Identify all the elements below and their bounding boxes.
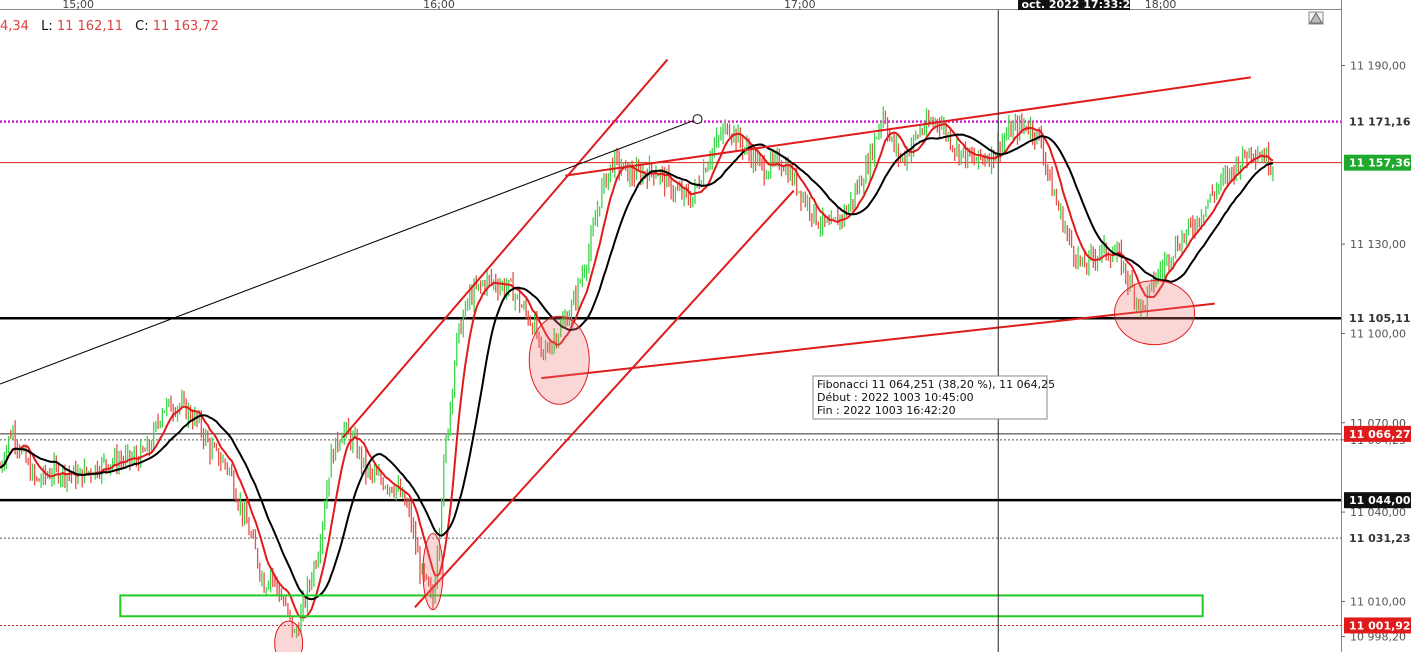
y-tick-label: 11 190,00 xyxy=(1350,59,1406,72)
fib-line-2: Début : 2022 1003 10:45:00 xyxy=(817,391,974,404)
x-tick-label: 15:00 xyxy=(62,0,94,11)
y-tick-label: 11 130,00 xyxy=(1350,238,1406,251)
price-chart[interactable]: 15:00 16:00 17:00 18:00 11 190,00 11 130,00 11… xyxy=(0,0,1412,652)
price-tag: 11 171,16 xyxy=(1344,113,1411,130)
price-tag-label: 11 001,92 xyxy=(1349,619,1411,632)
price-tag: 11 044,00 xyxy=(1344,492,1411,509)
crosshair-time-label: 3 oct. 2022 17:33:20 xyxy=(1010,0,1138,11)
x-tick-label: 17:00 xyxy=(784,0,816,11)
highlight-ellipse xyxy=(1114,280,1196,346)
ohlc-readout: 4,34 L: 11 162,11 C: 11 163,72 xyxy=(0,19,219,34)
price-tag-label: 11 171,16 xyxy=(1349,116,1411,129)
ohlc-low-label: L: xyxy=(41,19,53,34)
y-tick-label: 11 100,00 xyxy=(1350,327,1406,340)
fib-line-1: Fibonacci 11 064,251 (38,20 %), 11 064,2… xyxy=(817,378,1055,391)
ohlc-close-label: C: xyxy=(135,19,149,34)
y-tick-label: 11 010,00 xyxy=(1350,595,1406,608)
price-tag: 11 001,92 xyxy=(1344,617,1411,634)
highlight-ellipse xyxy=(528,315,590,405)
price-tag-label: 11 044,00 xyxy=(1349,494,1411,507)
price-tag-label: 11 157,36 xyxy=(1349,157,1411,170)
ohlc-close-value: 11 163,72 xyxy=(152,19,219,34)
price-tag-label: 11 031,23 xyxy=(1349,532,1411,545)
x-tick-label: 16:00 xyxy=(423,0,455,11)
price-tag: 11 031,23 xyxy=(1344,530,1411,547)
price-tag: 11 157,36 xyxy=(1344,154,1411,171)
fib-line-3: Fin : 2022 1003 16:42:20 xyxy=(817,404,956,417)
scroll-up-icon[interactable] xyxy=(1308,11,1324,25)
price-tag-label: 11 066,27 xyxy=(1349,428,1411,441)
price-tag: 11 066,27 xyxy=(1344,425,1411,442)
price-tag: 11 105,11 xyxy=(1344,310,1411,327)
price-tag-label: 11 105,11 xyxy=(1349,312,1411,325)
svg-text:3 oct. 2022 17:33:20: 3 oct. 2022 17:33:20 xyxy=(1010,0,1138,11)
anchor-handle-icon xyxy=(692,114,703,125)
fibonacci-info-box: Fibonacci 11 064,251 (38,20 %), 11 064,2… xyxy=(812,375,1055,420)
x-tick-label: 18:00 xyxy=(1145,0,1177,11)
highlight-ellipse xyxy=(422,533,444,611)
ohlc-open-partial: 4,34 xyxy=(0,19,29,34)
ohlc-low-value: 11 162,11 xyxy=(56,19,124,34)
